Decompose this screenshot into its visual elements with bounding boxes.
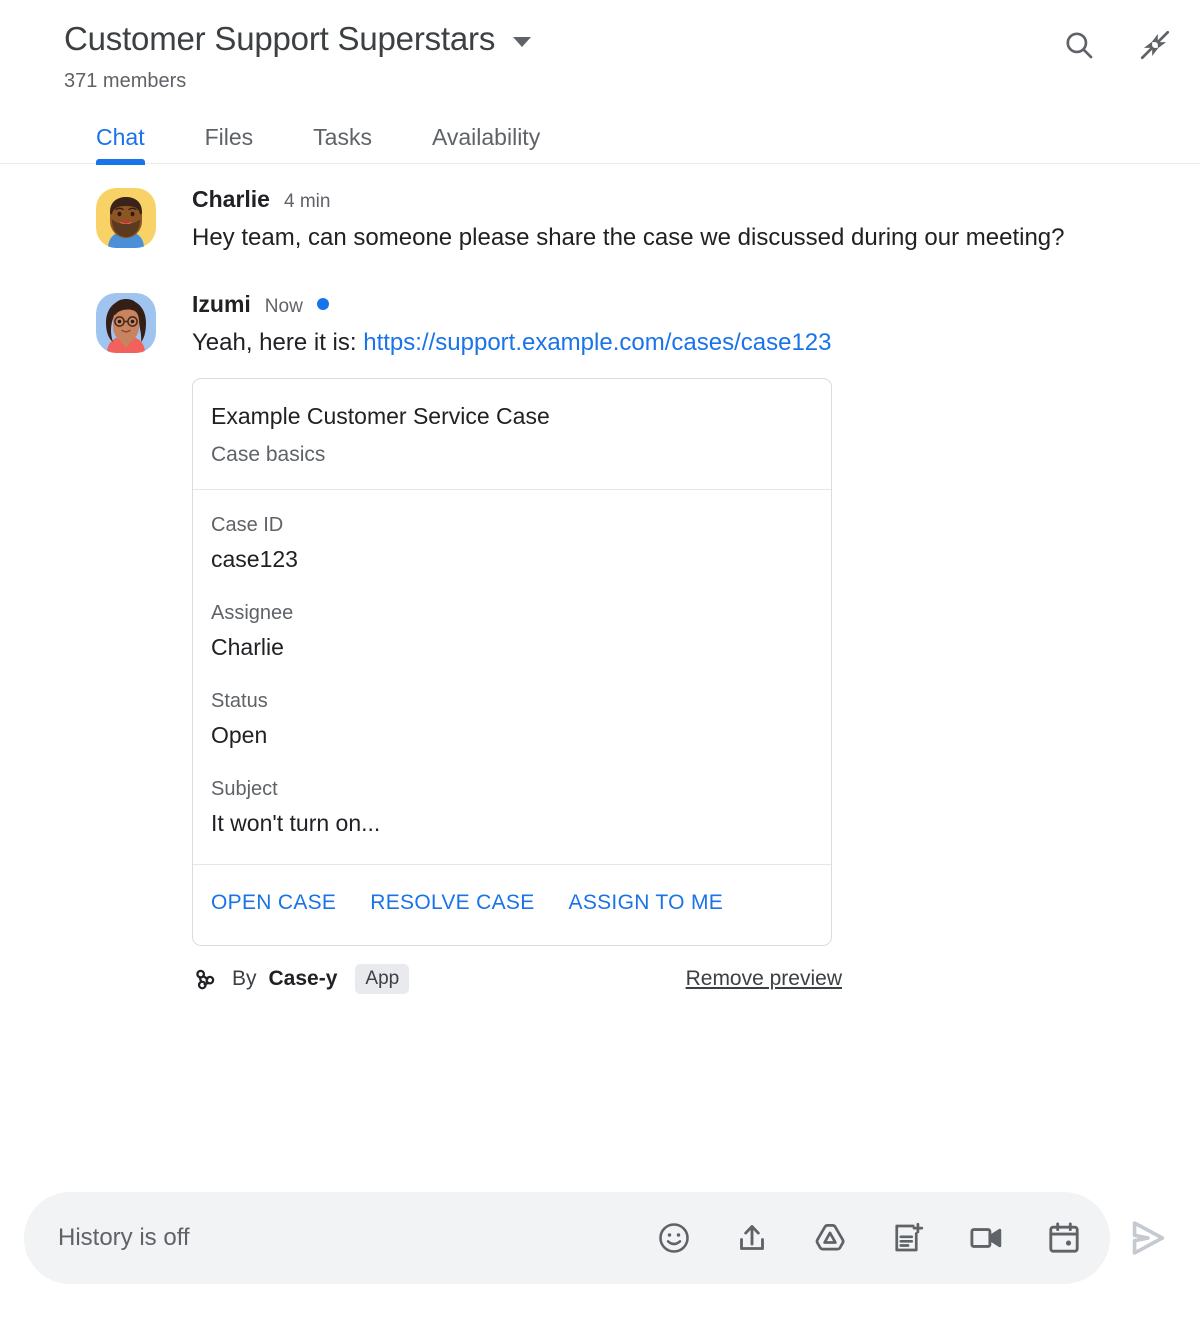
field-value: case123 bbox=[211, 545, 298, 572]
unread-indicator-dot bbox=[316, 298, 329, 311]
send-button[interactable] bbox=[1120, 1210, 1176, 1266]
message-body: Charlie 4 min Hey team, can someone plea… bbox=[192, 186, 1176, 257]
composer-icon-group bbox=[654, 1218, 1084, 1258]
message-body: Izumi Now Yeah, here it is: https://supp… bbox=[192, 291, 1176, 994]
open-case-button[interactable]: OPEN CASE bbox=[211, 891, 336, 915]
card-subtitle: Case basics bbox=[211, 442, 326, 466]
attribution-app-name: Case-y bbox=[268, 966, 338, 990]
message-author: Charlie bbox=[192, 186, 270, 212]
message-author: Izumi bbox=[192, 290, 251, 317]
search-icon[interactable] bbox=[1062, 28, 1096, 62]
tab-availability[interactable]: Availability bbox=[432, 123, 540, 163]
remove-preview-link[interactable]: Remove preview bbox=[686, 967, 842, 991]
message-header: Izumi Now bbox=[192, 291, 1176, 318]
message-input-container[interactable]: History is off bbox=[24, 1192, 1110, 1284]
resolve-case-button[interactable]: RESOLVE CASE bbox=[370, 891, 534, 915]
message-item: Izumi Now Yeah, here it is: https://supp… bbox=[0, 291, 1176, 994]
room-title-row: Customer Support Superstars bbox=[64, 18, 1176, 60]
page-title: Customer Support Superstars bbox=[64, 20, 496, 57]
message-text-prefix: Yeah, here it is: bbox=[192, 328, 364, 356]
message-timestamp: Now bbox=[264, 295, 303, 317]
tab-tasks[interactable]: Tasks bbox=[313, 123, 372, 163]
field-case-id: Case ID case123 bbox=[211, 512, 813, 574]
field-value: Open bbox=[211, 721, 268, 748]
field-label: Assignee bbox=[211, 601, 294, 624]
member-count: 371 members bbox=[64, 70, 187, 92]
field-label: Subject bbox=[211, 777, 278, 800]
attribution-by-label: By bbox=[232, 966, 257, 990]
case-preview-card: Example Customer Service Case Case basic… bbox=[192, 377, 832, 946]
card-header: Example Customer Service Case Case basic… bbox=[193, 379, 831, 490]
message-header: Charlie 4 min bbox=[192, 186, 1176, 213]
tab-files[interactable]: Files bbox=[205, 123, 254, 163]
case-link[interactable]: https://support.example.com/cases/case12… bbox=[363, 329, 831, 356]
message-input[interactable]: History is off bbox=[58, 1224, 654, 1252]
tab-chat[interactable]: Chat bbox=[96, 123, 145, 165]
avatar[interactable] bbox=[96, 292, 156, 353]
app-badge: App bbox=[355, 963, 410, 994]
avatar[interactable] bbox=[96, 188, 156, 248]
field-label: Case ID bbox=[211, 513, 284, 536]
card-attribution: By Case-y App Remove preview bbox=[192, 963, 842, 994]
tab-bar: Chat Files Tasks Availability bbox=[0, 116, 1200, 165]
message-text: Hey team, can someone please share the c… bbox=[192, 224, 1065, 251]
room-header: Customer Support Superstars 371 members bbox=[0, 0, 1200, 94]
assign-to-me-button[interactable]: ASSIGN TO ME bbox=[569, 891, 724, 915]
header-actions bbox=[1062, 28, 1172, 62]
chevron-down-icon[interactable] bbox=[513, 37, 532, 47]
field-status: Status Open bbox=[211, 688, 813, 750]
new-document-icon[interactable] bbox=[888, 1218, 928, 1258]
field-value: It won't turn on... bbox=[211, 809, 381, 836]
calendar-icon[interactable] bbox=[1044, 1218, 1084, 1258]
google-drive-icon[interactable] bbox=[810, 1218, 850, 1258]
card-fields: Case ID case123 Assignee Charlie Status … bbox=[193, 490, 831, 865]
message-item: Charlie 4 min Hey team, can someone plea… bbox=[0, 186, 1176, 257]
webhook-icon bbox=[192, 965, 220, 993]
field-label: Status bbox=[211, 689, 268, 712]
emoji-icon[interactable] bbox=[654, 1218, 694, 1258]
card-actions: OPEN CASE RESOLVE CASE ASSIGN TO ME bbox=[193, 865, 831, 945]
collapse-icon[interactable] bbox=[1138, 28, 1172, 62]
message-list: Charlie 4 min Hey team, can someone plea… bbox=[0, 164, 1200, 1192]
attribution-source: By Case-y App bbox=[192, 963, 410, 994]
message-text: Yeah, here it is: https://support.exampl… bbox=[192, 324, 1092, 362]
field-value: Charlie bbox=[211, 633, 284, 660]
upload-icon[interactable] bbox=[732, 1218, 772, 1258]
chat-app-window: Customer Support Superstars 371 members bbox=[0, 0, 1200, 1336]
composer-bar: History is off bbox=[0, 1192, 1200, 1336]
field-subject: Subject It won't turn on... bbox=[211, 776, 813, 838]
card-title: Example Customer Service Case bbox=[211, 402, 550, 429]
video-camera-icon[interactable] bbox=[966, 1218, 1006, 1258]
message-timestamp: 4 min bbox=[283, 191, 331, 212]
field-assignee: Assignee Charlie bbox=[211, 600, 813, 662]
